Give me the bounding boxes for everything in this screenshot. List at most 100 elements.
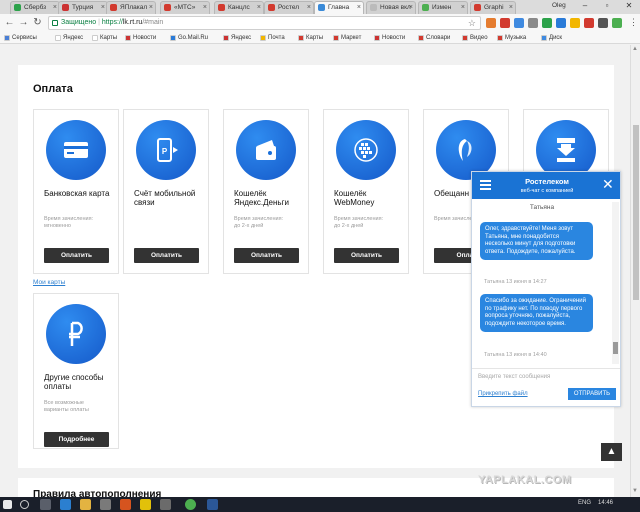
payment-name: Кошелёк WebMoney <box>334 189 375 207</box>
bookmark-label: Карты <box>306 35 324 41</box>
bookmark-item[interactable]: Go.Mail.Ru <box>170 33 208 43</box>
maximize-button[interactable]: ▫ <box>596 0 618 12</box>
scroll-thumb[interactable] <box>633 125 639 300</box>
back-icon[interactable]: ← <box>4 17 15 28</box>
bookmark-item[interactable]: Видео <box>462 33 488 43</box>
bookmark-label: Видео <box>470 35 488 41</box>
bookmark-item[interactable]: Маркет <box>333 33 361 43</box>
payment-meta: Время зачисления: до 2-х дней <box>234 216 284 229</box>
bookmark-item[interactable]: Сервисы <box>4 33 37 43</box>
svg-text:P: P <box>162 147 168 156</box>
word-icon[interactable] <box>207 499 218 510</box>
chat-scroll-thumb[interactable] <box>613 342 618 354</box>
scroll-up-icon[interactable]: ▲ <box>632 46 638 52</box>
extension-icon[interactable] <box>570 18 580 28</box>
bookmark-favicon-icon <box>4 35 10 41</box>
app-icon[interactable] <box>160 499 171 510</box>
bookmark-item[interactable]: Яндекс <box>223 33 251 43</box>
minimize-button[interactable]: – <box>574 0 596 12</box>
extension-icon[interactable] <box>528 18 538 28</box>
tab-close-icon[interactable]: × <box>409 2 413 13</box>
my-cards-link[interactable]: Мои карты <box>33 279 65 286</box>
chat-scrollbar[interactable] <box>612 202 619 364</box>
address-bar[interactable]: Защищено | https://lk.rt.ru/#main ☆ <box>48 16 481 30</box>
close-window-button[interactable]: ✕ <box>618 0 640 12</box>
page-scrollbar[interactable]: ▲ ▼ <box>630 45 640 497</box>
extension-icon[interactable] <box>500 18 510 28</box>
browser-tab[interactable]: Ростел × <box>264 1 314 14</box>
pay-button[interactable]: Оплатить <box>134 248 199 263</box>
attach-file-link[interactable]: Прикрепить файл <box>478 391 528 397</box>
forward-icon[interactable]: → <box>18 17 29 28</box>
tab-close-icon[interactable]: × <box>509 2 513 13</box>
store-icon[interactable] <box>100 499 111 510</box>
clock[interactable]: 14:46 <box>598 500 613 506</box>
extension-icon[interactable] <box>486 18 496 28</box>
details-button[interactable]: Подробнее <box>44 432 109 447</box>
browser-tab[interactable]: Graphi × <box>470 1 516 14</box>
bookmark-item[interactable]: Карты <box>298 33 323 43</box>
extension-icon[interactable] <box>584 18 594 28</box>
browser-menu-icon[interactable]: ⋮ <box>629 17 638 28</box>
app-icon[interactable] <box>120 499 131 510</box>
chat-menu-icon[interactable] <box>480 180 491 192</box>
tab-favicon-icon <box>62 4 69 11</box>
task-view-icon[interactable] <box>40 499 51 510</box>
ruble-icon <box>46 304 106 364</box>
extension-icon[interactable] <box>598 18 608 28</box>
extension-icon[interactable] <box>556 18 566 28</box>
language-indicator[interactable]: ENG <box>578 500 591 506</box>
bookmark-item[interactable]: Новости <box>374 33 405 43</box>
browser-tab[interactable]: Новая вкл × <box>366 1 416 14</box>
profile-name[interactable]: Oleg <box>552 2 566 9</box>
reload-icon[interactable]: ↻ <box>32 17 43 28</box>
browser-tab[interactable]: Сбербз × <box>10 1 60 14</box>
bookmark-item[interactable]: Музыка <box>497 33 526 43</box>
chat-message: Олег, здравствуйте! Меня зовут Татьяна, … <box>480 222 593 260</box>
browser-tab[interactable]: «МТС» × <box>160 1 210 14</box>
explorer-icon[interactable] <box>80 499 91 510</box>
tab-close-icon[interactable]: × <box>53 2 57 13</box>
payment-name: Кошелёк Яндекс.Деньги <box>234 189 289 207</box>
bookmark-label: Новости <box>382 35 406 41</box>
bookmark-item[interactable]: Новости <box>125 33 156 43</box>
bookmark-favicon-icon <box>298 35 304 41</box>
browser-tab[interactable]: Турция × <box>58 1 108 14</box>
chat-close-icon[interactable]: ✕ <box>602 176 614 192</box>
bookmark-item[interactable]: Словари <box>418 33 450 43</box>
tab-close-icon[interactable]: × <box>101 2 105 13</box>
tab-close-icon[interactable]: × <box>357 2 361 13</box>
pay-button[interactable]: Оплатить <box>234 248 299 263</box>
chat-message-input[interactable]: Введите текст сообщения <box>472 368 620 384</box>
edge-icon[interactable] <box>60 499 71 510</box>
browser-tab[interactable]: ЯПлакал × <box>106 1 156 14</box>
send-button[interactable]: ОТПРАВИТЬ <box>568 388 616 400</box>
tab-favicon-icon <box>14 4 21 11</box>
scroll-to-top-button[interactable]: ▲ <box>601 443 622 461</box>
extension-icon[interactable] <box>514 18 524 28</box>
extension-icon[interactable] <box>612 18 622 28</box>
app-icon[interactable] <box>140 499 151 510</box>
windows-start-icon[interactable] <box>3 500 12 509</box>
extension-icon[interactable] <box>542 18 552 28</box>
bookmark-item[interactable]: Диск <box>541 33 562 43</box>
tab-close-icon[interactable]: × <box>257 2 261 13</box>
tab-close-icon[interactable]: × <box>203 2 207 13</box>
browser-tab[interactable]: Главна × <box>314 1 364 14</box>
bookmark-favicon-icon <box>125 35 131 41</box>
scroll-down-icon[interactable]: ▼ <box>632 488 638 494</box>
chrome-icon[interactable] <box>185 499 196 510</box>
pay-button[interactable]: Оплатить <box>334 248 399 263</box>
tab-close-icon[interactable]: × <box>461 2 465 13</box>
pay-button[interactable]: Оплатить <box>44 248 109 263</box>
bookmark-item[interactable]: Карты <box>92 33 117 43</box>
browser-tab[interactable]: Канцлс × <box>214 1 264 14</box>
tab-close-icon[interactable]: × <box>307 2 311 13</box>
search-icon[interactable] <box>20 500 29 509</box>
browser-tab[interactable]: Измен × <box>418 1 468 14</box>
bookmark-item[interactable]: Почта <box>260 33 285 43</box>
bookmark-item[interactable]: Яндекс <box>55 33 83 43</box>
tab-close-icon[interactable]: × <box>149 2 153 13</box>
tab-favicon-icon <box>164 4 171 11</box>
bookmark-star-icon[interactable]: ☆ <box>468 17 476 29</box>
